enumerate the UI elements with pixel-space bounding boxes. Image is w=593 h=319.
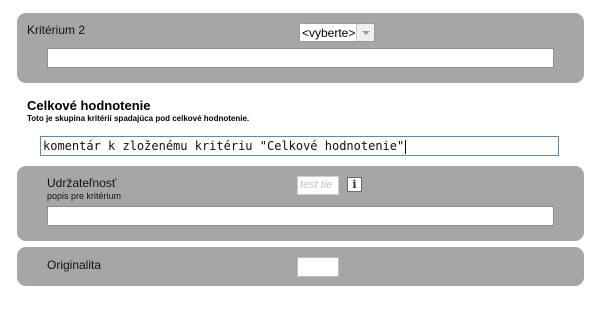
originality-panel: Originalita — [17, 247, 584, 286]
originality-label: Originalita — [47, 258, 102, 272]
sustainability-panel: Udržateľnosť popis pre kritérium test ti… — [17, 166, 584, 241]
info-icon[interactable]: i — [347, 177, 362, 192]
sustainability-comment-input[interactable] — [47, 206, 554, 226]
criterion-2-select-value: <vyberte> — [302, 26, 356, 40]
chevron-down-icon[interactable] — [356, 24, 374, 41]
criterion-2-panel: Kritérium 2 <vyberte> — [17, 13, 584, 83]
group-comment-text: komentár k zloženému kritériu "Celkové h… — [43, 139, 405, 153]
sustainability-label: Udržateľnosť — [47, 176, 117, 190]
criterion-2-comment-input[interactable] — [47, 48, 554, 68]
criterion-2-select[interactable]: <vyberte> — [299, 23, 375, 42]
criterion-2-label: Kritérium 2 — [27, 23, 86, 37]
sustainability-score-input[interactable]: test tie — [297, 176, 339, 195]
group-title: Celkové hodnotenie — [27, 98, 151, 113]
sustainability-sublabel: popis pre kritérium — [47, 191, 122, 201]
group-description: Toto je skupina kritérií spadajúca pod c… — [27, 114, 250, 123]
group-comment-input[interactable]: komentár k zloženému kritériu "Celkové h… — [40, 136, 559, 156]
originality-score-input[interactable] — [297, 257, 339, 277]
text-caret — [405, 139, 407, 154]
